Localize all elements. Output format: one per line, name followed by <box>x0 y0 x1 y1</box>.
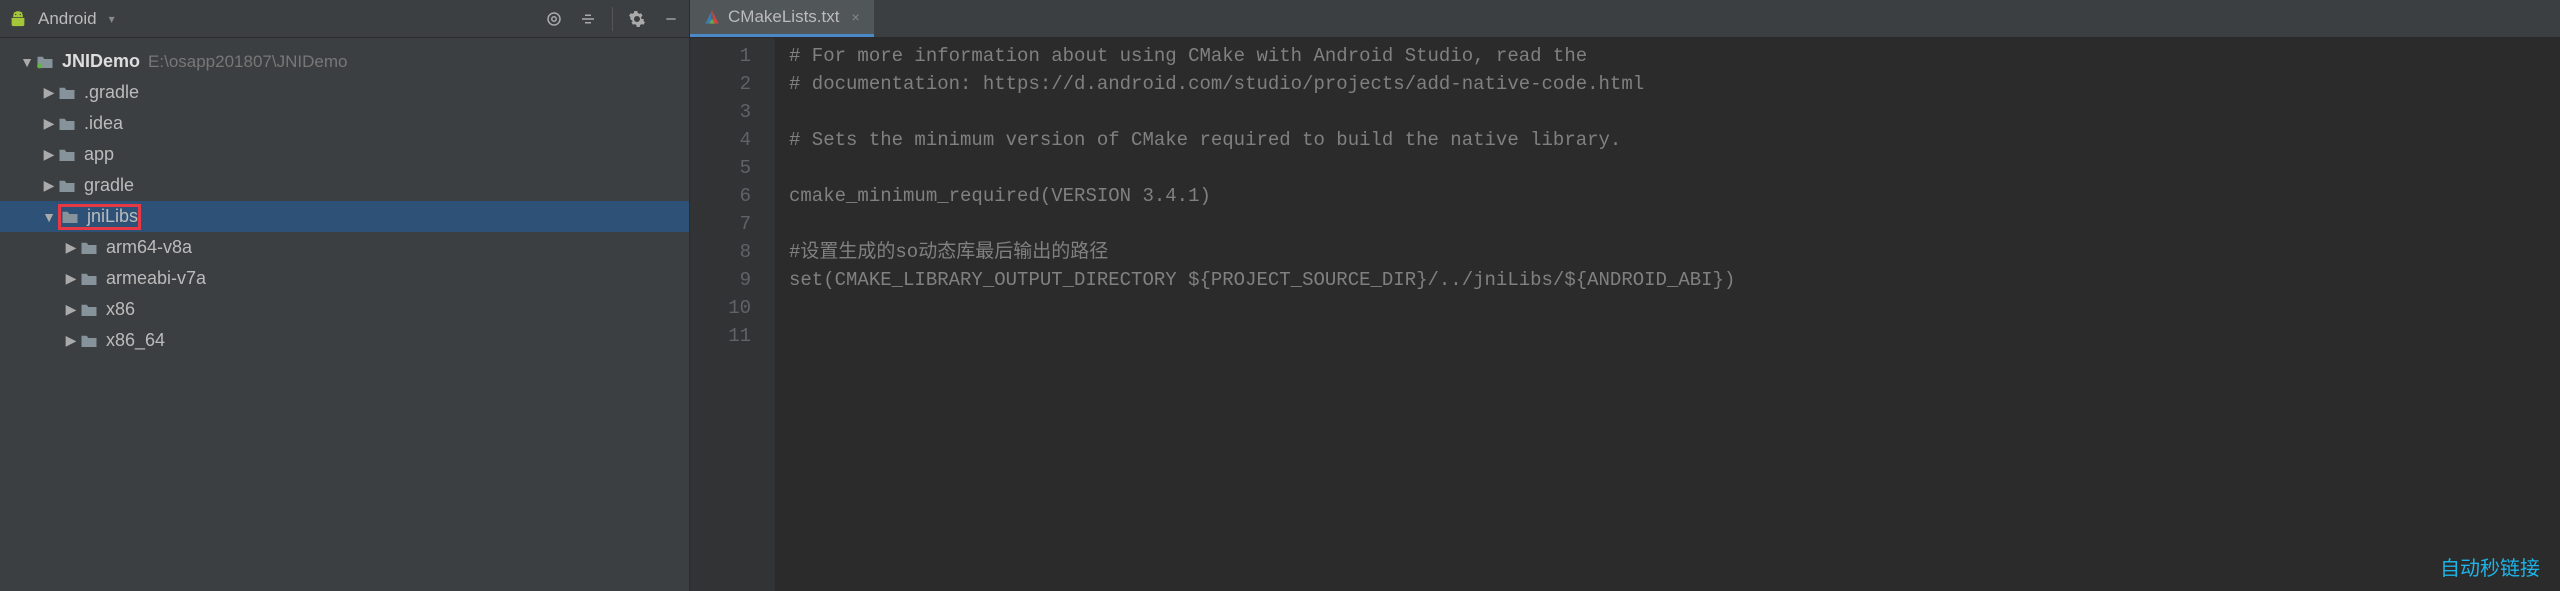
code-line <box>789 294 2560 322</box>
divider <box>612 7 613 31</box>
line-number: 9 <box>690 266 751 294</box>
folder-icon <box>80 333 98 349</box>
tree-item-x86-64[interactable]: ▶ x86_64 <box>0 325 689 356</box>
tree-item-x86[interactable]: ▶ x86 <box>0 294 689 325</box>
tree-item-label: arm64-v8a <box>106 237 192 258</box>
target-icon[interactable] <box>544 9 564 29</box>
tree-item-arm64[interactable]: ▶ arm64-v8a <box>0 232 689 263</box>
cmake-icon <box>704 9 720 25</box>
chevron-down-icon: ▾ <box>109 12 115 26</box>
chevron-right-icon: ▶ <box>62 270 80 287</box>
module-icon <box>36 54 54 70</box>
chevron-right-icon: ▶ <box>62 239 80 256</box>
project-toolbar: Android ▾ <box>0 0 689 38</box>
tree-item-label: .gradle <box>84 82 139 103</box>
project-view-label: Android <box>38 9 97 29</box>
chevron-right-icon: ▶ <box>40 84 58 101</box>
line-number: 2 <box>690 70 751 98</box>
line-number: 11 <box>690 322 751 350</box>
line-gutter: 1 2 3 4 5 6 7 8 9 10 11 <box>690 38 775 591</box>
line-number: 4 <box>690 126 751 154</box>
chevron-right-icon: ▶ <box>40 177 58 194</box>
project-view-selector[interactable]: Android ▾ <box>8 9 115 29</box>
tree-item-jnilibs[interactable]: ▼ jniLibs <box>0 201 689 232</box>
line-number: 5 <box>690 154 751 182</box>
line-number: 6 <box>690 182 751 210</box>
code-line <box>789 322 2560 350</box>
tree-item-idea[interactable]: ▶ .idea <box>0 108 689 139</box>
code-line <box>789 154 2560 182</box>
collapse-icon[interactable] <box>578 9 598 29</box>
chevron-right-icon: ▶ <box>40 115 58 132</box>
line-number: 10 <box>690 294 751 322</box>
minimize-icon[interactable] <box>661 9 681 29</box>
chevron-down-icon: ▼ <box>18 54 36 70</box>
line-number: 1 <box>690 42 751 70</box>
tree-item-label: x86 <box>106 299 135 320</box>
folder-icon <box>58 116 76 132</box>
code-line: cmake_minimum_required(VERSION 3.4.1) <box>789 182 2560 210</box>
code-line <box>789 210 2560 238</box>
tree-item-label: gradle <box>84 175 134 196</box>
gear-icon[interactable] <box>627 9 647 29</box>
line-number: 8 <box>690 238 751 266</box>
close-icon[interactable]: × <box>851 9 859 25</box>
watermark-text: 自动秒链接 <box>2440 552 2540 581</box>
tree-item-gradle-dot[interactable]: ▶ .gradle <box>0 77 689 108</box>
project-tree[interactable]: ▼ JNIDemo E:\osapp201807\JNIDemo ▶ .grad… <box>0 38 689 591</box>
editor-tab-bar: CMakeLists.txt × <box>690 0 2560 38</box>
folder-icon <box>80 302 98 318</box>
tree-item-app[interactable]: ▶ app <box>0 139 689 170</box>
chevron-right-icon: ▶ <box>62 301 80 318</box>
tree-item-label: armeabi-v7a <box>106 268 206 289</box>
folder-icon <box>58 178 76 194</box>
android-icon <box>8 9 28 29</box>
tree-item-label: .idea <box>84 113 123 134</box>
chevron-right-icon: ▶ <box>40 146 58 163</box>
code-line <box>789 98 2560 126</box>
code-editor[interactable]: 1 2 3 4 5 6 7 8 9 10 11 # For more infor… <box>690 38 2560 591</box>
folder-icon <box>58 85 76 101</box>
code-line: #设置生成的so动态库最后输出的路径 <box>789 238 2560 266</box>
tree-root[interactable]: ▼ JNIDemo E:\osapp201807\JNIDemo <box>0 46 689 77</box>
code-content[interactable]: # For more information about using CMake… <box>775 38 2560 591</box>
tab-label: CMakeLists.txt <box>728 7 839 27</box>
chevron-down-icon: ▼ <box>40 209 58 225</box>
code-line: # For more information about using CMake… <box>789 42 2560 70</box>
editor-tab-cmakelists[interactable]: CMakeLists.txt × <box>690 0 874 37</box>
tree-item-label: app <box>84 144 114 165</box>
tree-item-label: jniLibs <box>87 206 138 227</box>
tree-item-gradle[interactable]: ▶ gradle <box>0 170 689 201</box>
highlight-annotation: jniLibs <box>58 204 141 230</box>
code-line: set(CMAKE_LIBRARY_OUTPUT_DIRECTORY ${PRO… <box>789 266 2560 294</box>
line-number: 7 <box>690 210 751 238</box>
tree-root-path: E:\osapp201807\JNIDemo <box>148 52 347 72</box>
folder-icon <box>61 209 79 225</box>
code-line: # documentation: https://d.android.com/s… <box>789 70 2560 98</box>
editor-panel: CMakeLists.txt × 1 2 3 4 5 6 7 8 9 10 11… <box>690 0 2560 591</box>
folder-icon <box>58 147 76 163</box>
chevron-right-icon: ▶ <box>62 332 80 349</box>
tree-root-name: JNIDemo <box>62 51 140 72</box>
tree-item-armeabi[interactable]: ▶ armeabi-v7a <box>0 263 689 294</box>
folder-icon <box>80 271 98 287</box>
project-panel: Android ▾ ▼ <box>0 0 690 591</box>
code-line: # Sets the minimum version of CMake requ… <box>789 126 2560 154</box>
folder-icon <box>80 240 98 256</box>
tree-item-label: x86_64 <box>106 330 165 351</box>
line-number: 3 <box>690 98 751 126</box>
